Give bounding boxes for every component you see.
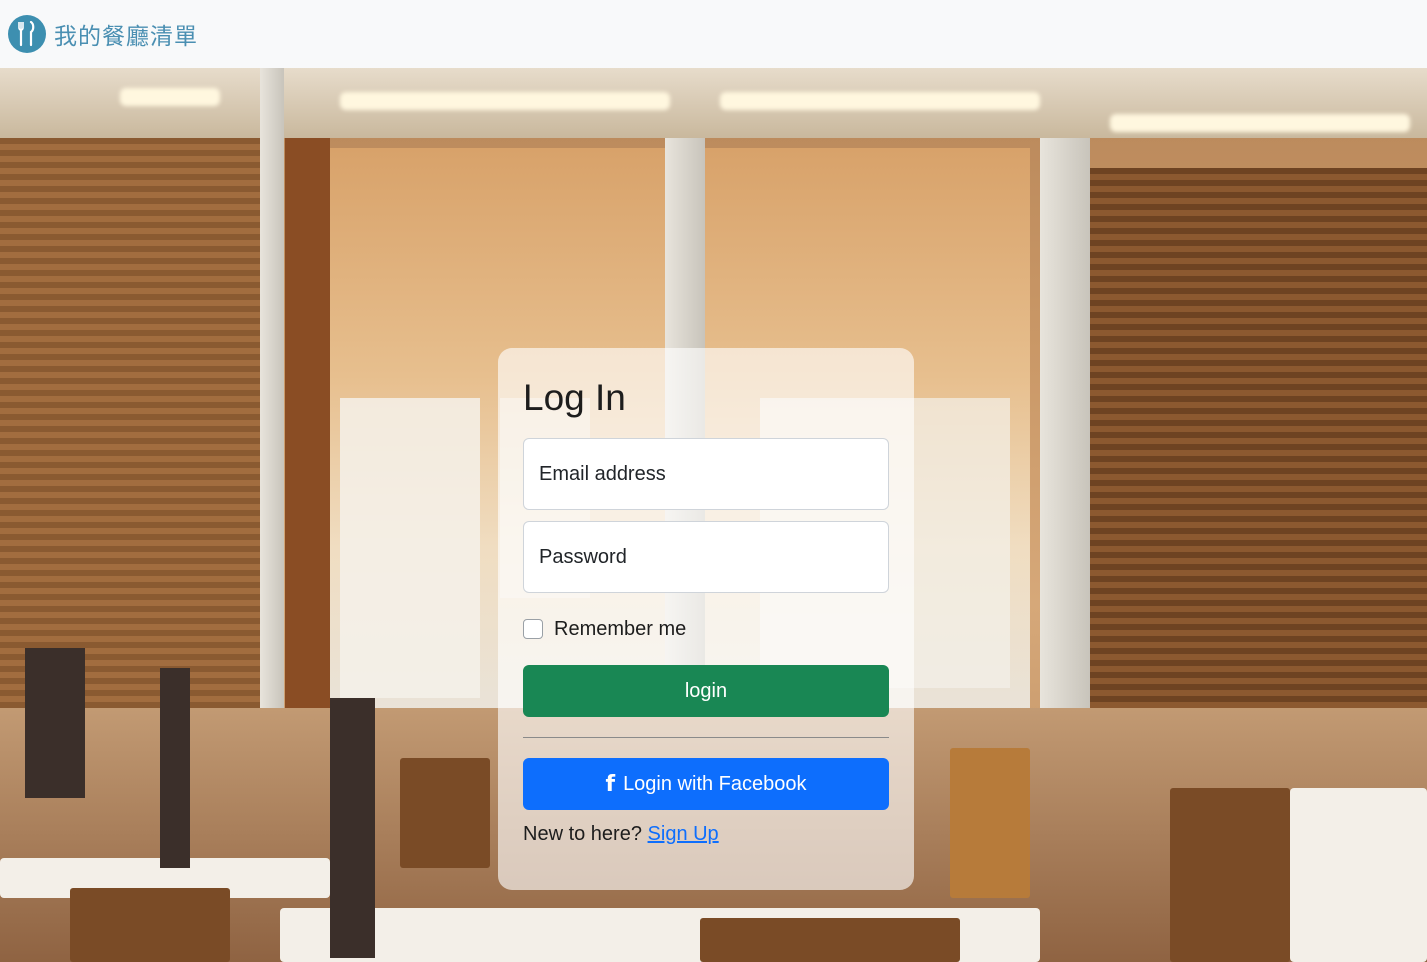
remember-me-row: Remember me xyxy=(523,618,889,640)
signup-prompt-text: New to here? xyxy=(523,823,642,845)
fork-knife-icon xyxy=(8,15,46,53)
divider xyxy=(523,737,889,738)
facebook-button-label: Login with Facebook xyxy=(623,772,807,795)
login-button-label: login xyxy=(684,679,728,702)
email-field[interactable] xyxy=(523,438,889,510)
password-field[interactable] xyxy=(523,521,889,593)
facebook-icon: f xyxy=(605,771,616,797)
signup-prompt: New to here? Sign Up xyxy=(523,823,889,846)
remember-me-label[interactable]: Remember me xyxy=(554,618,686,641)
navbar: 我的餐廳清單 xyxy=(0,0,1427,68)
brand-title: 我的餐廳清單 xyxy=(54,24,198,50)
login-card: Log In Remember me login f Login with Fa… xyxy=(498,348,914,890)
page-title: Log In xyxy=(523,377,626,418)
remember-me-checkbox[interactable] xyxy=(523,619,543,639)
signup-link[interactable]: Sign Up xyxy=(648,823,719,845)
facebook-login-button[interactable]: f Login with Facebook xyxy=(523,758,889,810)
login-button[interactable]: login xyxy=(523,665,889,717)
brand-link[interactable]: 我的餐廳清單 xyxy=(8,15,198,53)
